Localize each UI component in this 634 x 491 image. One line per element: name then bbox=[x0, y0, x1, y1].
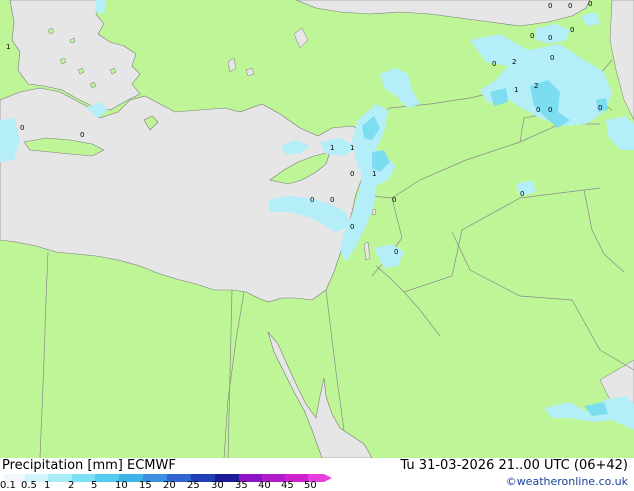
rain-amount-label: 0 bbox=[568, 2, 572, 10]
map-title: Precipitation [mm] ECMWF bbox=[2, 458, 176, 473]
rain-amount-label: 0 bbox=[598, 104, 602, 112]
rain-amount-label: 0 bbox=[588, 0, 592, 8]
legend-tick-label: 1 bbox=[44, 480, 51, 491]
rain-amount-label: 0 bbox=[520, 190, 524, 198]
legend-tick-label: 0.5 bbox=[21, 480, 37, 491]
legend-tick-label: 0.1 bbox=[0, 480, 16, 491]
rain-amount-label: 0 bbox=[330, 196, 334, 204]
legend-tick-label: 50 bbox=[304, 480, 317, 491]
rain-amount-label: 1 bbox=[6, 43, 10, 51]
rain-amount-label: 1 bbox=[514, 86, 518, 94]
rain-amount-label: 0 bbox=[350, 170, 354, 178]
rain-amount-label: 0 bbox=[392, 196, 396, 204]
rain-amount-label: 1 bbox=[330, 144, 334, 152]
rain-amount-label: 0 bbox=[550, 54, 554, 62]
rain-amount-label: 0 bbox=[394, 248, 398, 256]
rain-amount-label: 0 bbox=[530, 32, 534, 40]
rain-amount-label: 2 bbox=[534, 82, 538, 90]
rain-amount-label: 1 bbox=[350, 144, 354, 152]
legend-tick-label: 30 bbox=[211, 480, 224, 491]
footer: Precipitation [mm] ECMWF Tu 31-03-2026 2… bbox=[0, 458, 634, 491]
legend-tick-label: 20 bbox=[163, 480, 176, 491]
legend-tick-label: 35 bbox=[235, 480, 248, 491]
legend-tick-label: 25 bbox=[187, 480, 200, 491]
rain-amount-label: 0 bbox=[548, 34, 552, 42]
credit-link[interactable]: ©weatheronline.co.uk bbox=[506, 475, 628, 488]
legend-arrow bbox=[324, 474, 332, 482]
rain-amount-label: 0 bbox=[548, 106, 552, 114]
rain-amount-label: 0 bbox=[536, 106, 540, 114]
rain-amount-label: 0 bbox=[20, 124, 24, 132]
rain-amount-label: 0 bbox=[80, 131, 84, 139]
rain-amount-label: 0 bbox=[310, 196, 314, 204]
legend-tick-label: 15 bbox=[139, 480, 152, 491]
rain-amount-label: 1 bbox=[372, 170, 376, 178]
rain-amount-label: 2 bbox=[512, 58, 516, 66]
valid-time: Tu 31-03-2026 21..00 UTC (06+42) bbox=[400, 458, 628, 473]
legend-tick-label: 10 bbox=[115, 480, 128, 491]
legend-tick-label: 2 bbox=[68, 480, 75, 491]
map-canvas: 101 10 10 000021 200 00 00000 0 000 bbox=[0, 0, 634, 458]
rain-amount-label: 0 bbox=[350, 223, 354, 231]
map-area: 101101000002120000000000000 bbox=[0, 0, 634, 458]
legend-tick-label: 40 bbox=[258, 480, 271, 491]
rain-amount-label: 0 bbox=[570, 26, 574, 34]
rain-amount-label: 0 bbox=[548, 2, 552, 10]
legend-tick-label: 45 bbox=[281, 480, 294, 491]
legend-tick-label: 5 bbox=[91, 480, 98, 491]
rain-amount-label: 0 bbox=[492, 60, 496, 68]
